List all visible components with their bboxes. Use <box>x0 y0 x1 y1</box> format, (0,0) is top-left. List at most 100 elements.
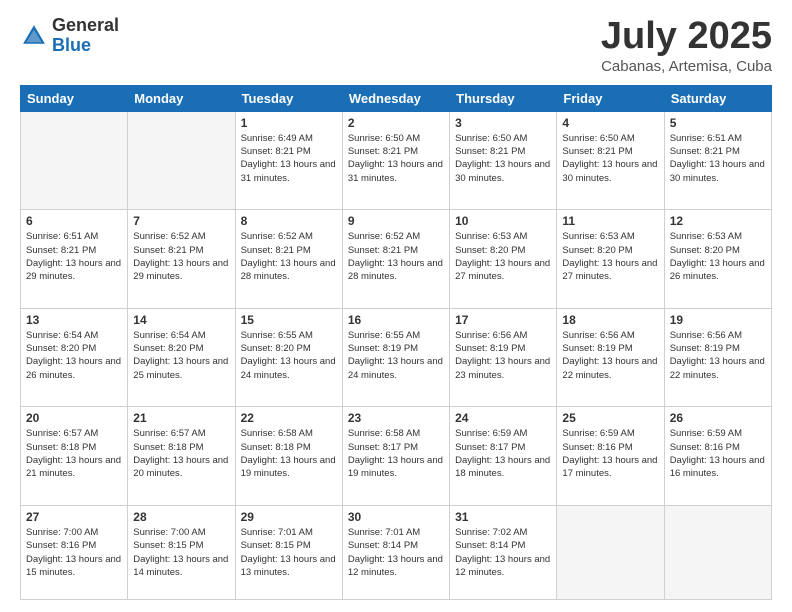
table-row: 2 Sunrise: 6:50 AM Sunset: 8:21 PM Daylig… <box>342 111 449 210</box>
table-row: 20Sunrise: 6:57 AM Sunset: 8:18 PM Dayli… <box>21 407 128 506</box>
day-info: Sunrise: 6:50 AM Sunset: 8:21 PM Dayligh… <box>348 132 444 185</box>
day-number: 29 <box>241 510 337 524</box>
day-info: Sunrise: 7:02 AM Sunset: 8:14 PM Dayligh… <box>455 526 551 579</box>
day-info: Sunrise: 7:01 AM Sunset: 8:15 PM Dayligh… <box>241 526 337 579</box>
table-row: 16 Sunrise: 6:55 AM Sunset: 8:19 PM Dayli… <box>342 308 449 407</box>
day-info: Sunrise: 6:55 AM Sunset: 8:20 PM Dayligh… <box>241 329 337 382</box>
day-info: Sunrise: 6:51 AM Sunset: 8:21 PM Dayligh… <box>670 132 766 185</box>
day-number: 5 <box>670 116 766 130</box>
table-row <box>21 111 128 210</box>
day-number: 2 <box>348 116 444 130</box>
day-number: 27 <box>26 510 122 524</box>
table-row: 8 Sunrise: 6:52 AM Sunset: 8:21 PM Daylig… <box>235 210 342 309</box>
day-info: Sunrise: 6:56 AM Sunset: 8:19 PM Dayligh… <box>562 329 658 382</box>
day-info: Sunrise: 6:51 AM Sunset: 8:21 PM Dayligh… <box>26 230 122 283</box>
day-number: 19 <box>670 313 766 327</box>
day-info: Sunrise: 6:55 AM Sunset: 8:19 PM Dayligh… <box>348 329 444 382</box>
table-row <box>557 505 664 599</box>
day-info: Sunrise: 7:00 AM Sunset: 8:15 PM Dayligh… <box>133 526 229 579</box>
day-info: Sunrise: 6:59 AM Sunset: 8:16 PM Dayligh… <box>562 427 658 480</box>
main-title: July 2025 <box>601 16 772 58</box>
day-info: Sunrise: 6:56 AM Sunset: 8:19 PM Dayligh… <box>455 329 551 382</box>
day-info: Sunrise: 6:53 AM Sunset: 8:20 PM Dayligh… <box>562 230 658 283</box>
day-number: 18 <box>562 313 658 327</box>
header: General Blue July 2025 Cabanas, Artemisa… <box>20 16 772 75</box>
table-row: 3 Sunrise: 6:50 AM Sunset: 8:21 PM Daylig… <box>450 111 557 210</box>
header-sunday: Sunday <box>21 85 128 111</box>
day-number: 13 <box>26 313 122 327</box>
table-row: 31 Sunrise: 7:02 AM Sunset: 8:14 PM Dayli… <box>450 505 557 599</box>
day-number: 12 <box>670 214 766 228</box>
table-row: 13 Sunrise: 6:54 AM Sunset: 8:20 PM Dayli… <box>21 308 128 407</box>
day-number: 7 <box>133 214 229 228</box>
day-info: Sunrise: 6:58 AM Sunset: 8:17 PM Dayligh… <box>348 427 444 480</box>
day-info: Sunrise: 6:52 AM Sunset: 8:21 PM Dayligh… <box>348 230 444 283</box>
page: General Blue July 2025 Cabanas, Artemisa… <box>0 0 792 612</box>
day-info: Sunrise: 6:52 AM Sunset: 8:21 PM Dayligh… <box>133 230 229 283</box>
logo: General Blue <box>20 16 119 56</box>
calendar-table: Sunday Monday Tuesday Wednesday Thursday… <box>20 85 772 600</box>
day-number: 22 <box>241 411 337 425</box>
day-number: 3 <box>455 116 551 130</box>
day-number: 31 <box>455 510 551 524</box>
day-number: 14 <box>133 313 229 327</box>
header-tuesday: Tuesday <box>235 85 342 111</box>
table-row: 15Sunrise: 6:55 AM Sunset: 8:20 PM Dayli… <box>235 308 342 407</box>
day-number: 26 <box>670 411 766 425</box>
day-info: Sunrise: 6:54 AM Sunset: 8:20 PM Dayligh… <box>133 329 229 382</box>
table-row: 6Sunrise: 6:51 AM Sunset: 8:21 PM Daylig… <box>21 210 128 309</box>
table-row: 9 Sunrise: 6:52 AM Sunset: 8:21 PM Daylig… <box>342 210 449 309</box>
logo-text: General Blue <box>52 16 119 56</box>
day-info: Sunrise: 7:01 AM Sunset: 8:14 PM Dayligh… <box>348 526 444 579</box>
day-info: Sunrise: 6:59 AM Sunset: 8:17 PM Dayligh… <box>455 427 551 480</box>
table-row: 29 Sunrise: 7:01 AM Sunset: 8:15 PM Dayli… <box>235 505 342 599</box>
title-block: July 2025 Cabanas, Artemisa, Cuba <box>601 16 772 75</box>
day-number: 4 <box>562 116 658 130</box>
day-info: Sunrise: 6:57 AM Sunset: 8:18 PM Dayligh… <box>133 427 229 480</box>
day-info: Sunrise: 6:56 AM Sunset: 8:19 PM Dayligh… <box>670 329 766 382</box>
day-number: 28 <box>133 510 229 524</box>
table-row <box>664 505 771 599</box>
day-number: 24 <box>455 411 551 425</box>
header-wednesday: Wednesday <box>342 85 449 111</box>
table-row: 25 Sunrise: 6:59 AM Sunset: 8:16 PM Dayli… <box>557 407 664 506</box>
day-info: Sunrise: 6:54 AM Sunset: 8:20 PM Dayligh… <box>26 329 122 382</box>
table-row: 18 Sunrise: 6:56 AM Sunset: 8:19 PM Dayli… <box>557 308 664 407</box>
day-info: Sunrise: 6:49 AM Sunset: 8:21 PM Dayligh… <box>241 132 337 185</box>
table-row: 12Sunrise: 6:53 AM Sunset: 8:20 PM Dayli… <box>664 210 771 309</box>
day-number: 10 <box>455 214 551 228</box>
day-number: 20 <box>26 411 122 425</box>
table-row: 23Sunrise: 6:58 AM Sunset: 8:17 PM Dayli… <box>342 407 449 506</box>
day-info: Sunrise: 6:50 AM Sunset: 8:21 PM Dayligh… <box>455 132 551 185</box>
day-number: 25 <box>562 411 658 425</box>
table-row: 26 Sunrise: 6:59 AM Sunset: 8:16 PM Dayli… <box>664 407 771 506</box>
table-row: 24 Sunrise: 6:59 AM Sunset: 8:17 PM Dayli… <box>450 407 557 506</box>
table-row: 7 Sunrise: 6:52 AM Sunset: 8:21 PM Daylig… <box>128 210 235 309</box>
day-info: Sunrise: 6:53 AM Sunset: 8:20 PM Dayligh… <box>455 230 551 283</box>
day-info: Sunrise: 6:58 AM Sunset: 8:18 PM Dayligh… <box>241 427 337 480</box>
day-info: Sunrise: 6:52 AM Sunset: 8:21 PM Dayligh… <box>241 230 337 283</box>
subtitle: Cabanas, Artemisa, Cuba <box>601 58 772 75</box>
calendar-header-row: Sunday Monday Tuesday Wednesday Thursday… <box>21 85 772 111</box>
logo-blue-text: Blue <box>52 36 119 56</box>
day-info: Sunrise: 6:59 AM Sunset: 8:16 PM Dayligh… <box>670 427 766 480</box>
day-info: Sunrise: 6:50 AM Sunset: 8:21 PM Dayligh… <box>562 132 658 185</box>
table-row: 19 Sunrise: 6:56 AM Sunset: 8:19 PM Dayli… <box>664 308 771 407</box>
table-row: 30Sunrise: 7:01 AM Sunset: 8:14 PM Dayli… <box>342 505 449 599</box>
table-row: 28 Sunrise: 7:00 AM Sunset: 8:15 PM Dayli… <box>128 505 235 599</box>
table-row: 17Sunrise: 6:56 AM Sunset: 8:19 PM Dayli… <box>450 308 557 407</box>
table-row: 14 Sunrise: 6:54 AM Sunset: 8:20 PM Dayli… <box>128 308 235 407</box>
table-row: 11Sunrise: 6:53 AM Sunset: 8:20 PM Dayli… <box>557 210 664 309</box>
day-number: 16 <box>348 313 444 327</box>
day-info: Sunrise: 7:00 AM Sunset: 8:16 PM Dayligh… <box>26 526 122 579</box>
header-saturday: Saturday <box>664 85 771 111</box>
logo-general-text: General <box>52 16 119 36</box>
day-number: 9 <box>348 214 444 228</box>
logo-icon <box>20 22 48 50</box>
table-row: 27 Sunrise: 7:00 AM Sunset: 8:16 PM Dayli… <box>21 505 128 599</box>
day-number: 21 <box>133 411 229 425</box>
table-row: 21 Sunrise: 6:57 AM Sunset: 8:18 PM Dayli… <box>128 407 235 506</box>
header-thursday: Thursday <box>450 85 557 111</box>
day-number: 8 <box>241 214 337 228</box>
table-row: 1Sunrise: 6:49 AM Sunset: 8:21 PM Daylig… <box>235 111 342 210</box>
